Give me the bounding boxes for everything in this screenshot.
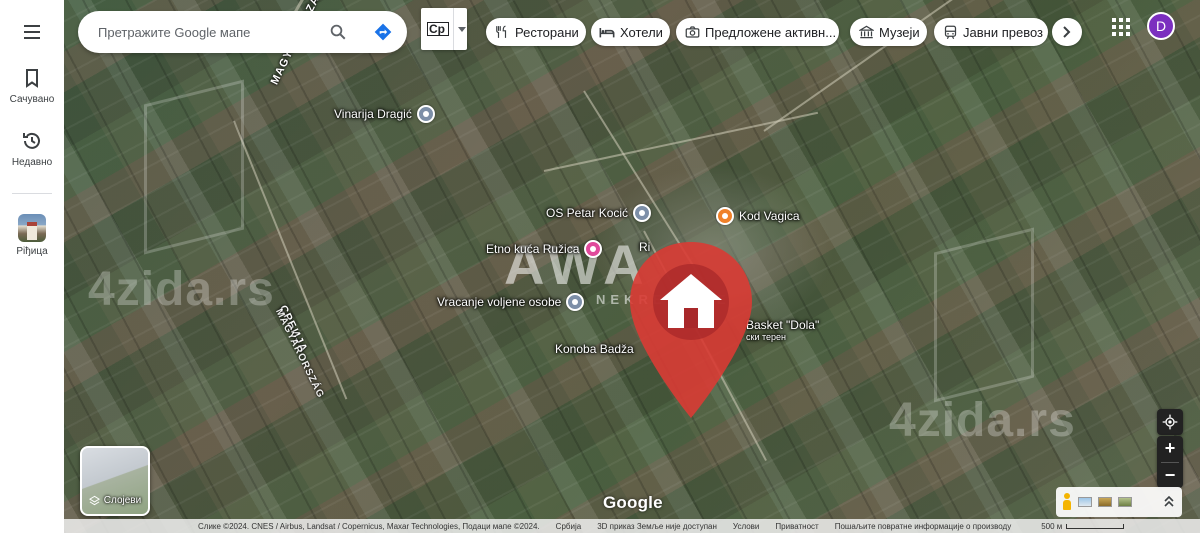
bed-pin-icon [584,240,603,258]
attribution-imagery: Слике ©2024. CNES / Airbus, Landsat / Co… [198,521,540,531]
hamburger-menu-icon [24,25,40,39]
search-icon [330,24,346,40]
camera-icon [684,24,700,40]
watermark-text: 4zida.rs [88,263,275,316]
place-label: Kod Vagica [739,209,800,223]
chip-hotels[interactable]: Хотели [591,18,670,46]
scale-bar[interactable]: 500 м [1041,521,1125,531]
layers-button[interactable]: Слојеви [80,446,150,516]
recent-button[interactable]: Недавно [0,129,64,168]
chip-label: Предложене активн... [705,24,837,40]
road [233,120,348,400]
place-label: Basket "Dola" [746,318,820,332]
place-label: Etno kuća Ružica [486,242,580,256]
chevron-down-icon [458,26,466,32]
recent-place-label: Рiђица [16,246,48,257]
pegman-icon[interactable] [1062,493,1072,511]
watermark-logo [934,227,1034,403]
place-pin-icon [416,105,435,123]
watermark-text: 4zida.rs [889,394,1076,447]
language-divider [453,8,454,50]
school-icon [633,204,652,222]
bookmark-icon [26,69,38,88]
chip-label: Ресторани [515,24,579,40]
history-icon [23,132,40,149]
zoom-controls: + − [1157,436,1183,488]
search-button[interactable] [327,21,349,43]
layers-icon [88,495,100,506]
search-input[interactable] [98,24,318,40]
crosshair-icon [1162,414,1178,430]
google-logo: Google [603,493,663,512]
rail-divider [12,193,52,194]
street-view-bar [1056,487,1182,517]
recent-place-thumbnail [18,214,46,242]
menu-button[interactable] [0,20,64,48]
transit-icon [942,24,958,40]
satellite-map[interactable]: MAGYARORSZAG СРБИЈА MAGYARORSZÁG 4zida.r… [64,0,1200,533]
attribution-feedback[interactable]: Пошаљите повратне информације о производ… [835,522,1012,531]
imagery-thumbnail-icon[interactable] [1078,497,1092,507]
apps-grid-icon[interactable] [1110,16,1132,38]
scale-line [1066,523,1125,529]
imagery-thumbnail-icon[interactable] [1118,497,1132,507]
place-pin-icon [566,293,585,311]
place-os-petar[interactable]: OS Petar Kocić [546,204,652,222]
language-code: Ср [427,22,449,36]
recent-place-button[interactable]: Рiђица [0,214,64,257]
attribution-terms[interactable]: Услови [733,522,759,531]
place-label: Konoba Badža [555,342,634,356]
layers-label-row: Слојеви [82,495,148,506]
chevron-up-icon[interactable] [1162,495,1176,509]
watermark-logo [144,79,244,255]
place-label: Vracanje voljene osobe [437,295,562,309]
saved-label: Сачувано [9,94,55,105]
account-avatar[interactable]: D [1147,12,1175,40]
place-vracanje[interactable]: Vracanje voljene osobe [437,293,585,311]
language-switcher[interactable]: Ср [421,8,467,50]
chip-label: Јавни превоз [963,24,1043,40]
imagery-thumbnail-icon[interactable] [1098,497,1112,507]
zoom-out-button[interactable]: − [1157,463,1183,489]
place-vinarija[interactable]: Vinarija Dragić [334,105,435,123]
search-box [78,11,407,53]
museum-icon [858,24,874,40]
attribution-earth[interactable]: 3D приказ Земље није доступан [597,522,717,531]
directions-icon [374,23,392,41]
chip-label: Хотели [620,24,663,40]
chip-label: Музеји [879,24,920,40]
directions-button[interactable] [372,21,394,43]
chevron-right-icon [1063,26,1071,38]
chips-next-button[interactable] [1052,18,1082,46]
layers-label: Слојеви [103,495,142,506]
chip-museums[interactable]: Музеји [850,18,927,46]
zoom-in-button[interactable]: + [1157,436,1183,462]
chip-transit[interactable]: Јавни превоз [934,18,1048,46]
place-label: Vinarija Dragić [334,107,412,121]
saved-button[interactable]: Сачувано [0,66,64,105]
place-konoba[interactable]: Konoba Badža [555,342,634,356]
bed-icon [599,24,615,40]
chip-activities[interactable]: Предложене активн... [676,18,839,46]
my-location-button[interactable] [1157,409,1183,435]
border-road-label: MAGYARORSZÁG [273,307,327,401]
attribution-privacy[interactable]: Приватност [775,522,818,531]
fork-knife-icon [494,24,510,40]
place-basket[interactable]: Basket "Dola" ски терен [746,318,819,342]
attribution-country[interactable]: Србија [556,522,582,531]
place-kod-vagica[interactable]: Kod Vagica [716,207,800,225]
place-etno-kuca[interactable]: Etno kuća Ružica [486,240,603,258]
attribution-bar: Слике ©2024. CNES / Airbus, Landsat / Co… [64,519,1200,533]
chip-restaurants[interactable]: Ресторани [486,18,586,46]
left-rail: Сачувано Недавно Рiђица [0,0,64,533]
recent-label: Недавно [11,157,53,168]
location-marker-icon[interactable] [626,238,756,424]
scale-label: 500 м [1041,521,1063,531]
place-label: OS Petar Kocić [546,206,629,220]
coffee-icon [716,207,734,225]
